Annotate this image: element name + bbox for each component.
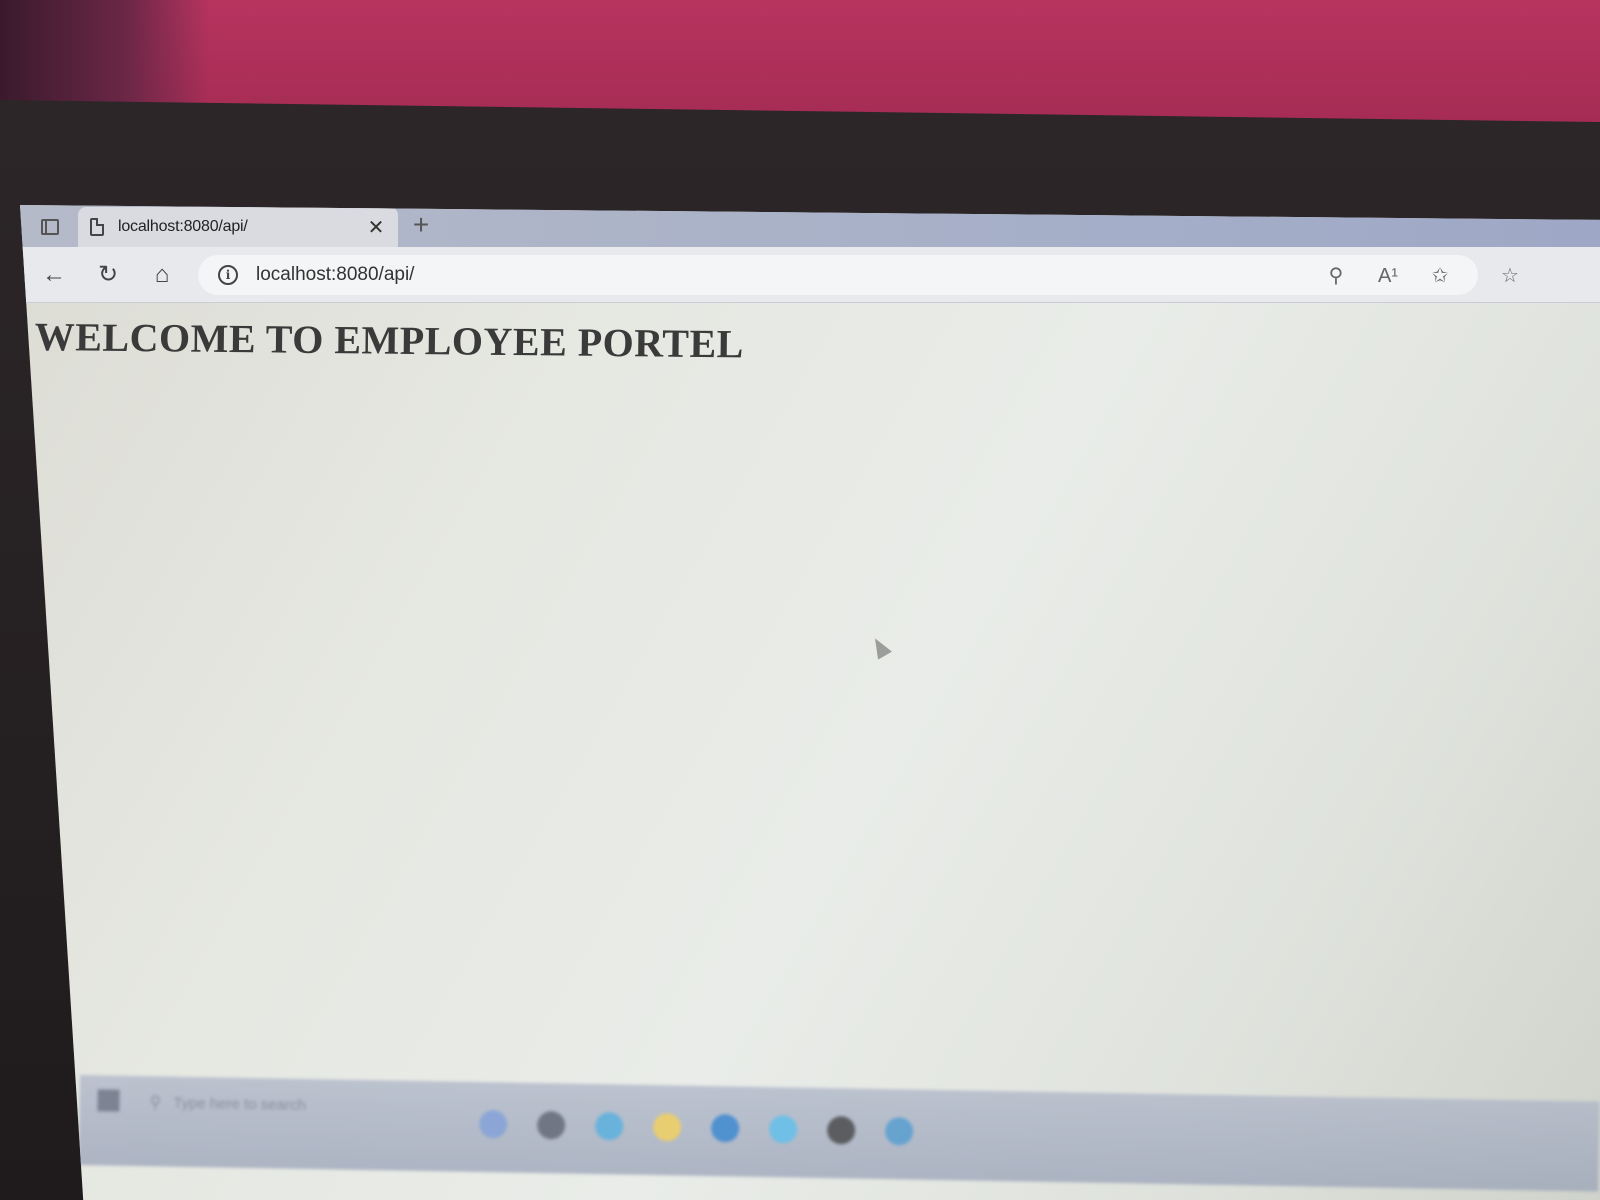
browser-tab[interactable]: localhost:8080/api/ ✕ — [78, 207, 398, 247]
tab-title: localhost:8080/api/ — [118, 218, 248, 235]
tab-actions-button[interactable] — [28, 211, 72, 243]
taskbar-search-placeholder: Type here to search — [173, 1094, 306, 1114]
search-icon: ⚲ — [149, 1094, 162, 1112]
refresh-button[interactable]: ↻ — [90, 259, 126, 291]
taskbar-app-icon[interactable] — [478, 1109, 508, 1139]
home-button[interactable]: ⌂ — [144, 259, 180, 291]
windows-start-icon[interactable] — [97, 1089, 120, 1112]
new-tab-button[interactable]: + — [406, 211, 436, 241]
taskbar-app-icon[interactable] — [594, 1112, 624, 1141]
page-icon — [90, 218, 104, 236]
favorites-button[interactable]: ✩ — [1424, 261, 1456, 291]
browser-toolbar: ← ↻ ⌂ i localhost:8080/api/ ⚲ A¹ ✩ ☆ — [20, 247, 1600, 303]
close-icon[interactable]: ✕ — [366, 215, 386, 240]
back-button[interactable]: ← — [36, 259, 72, 291]
taskbar-app-icon[interactable] — [884, 1117, 914, 1146]
taskbar: ⚲ Type here to search — [78, 1075, 1600, 1192]
collections-button[interactable]: ☆ — [1494, 261, 1526, 291]
taskbar-app-icon[interactable] — [536, 1110, 566, 1140]
taskbar-app-icon[interactable] — [710, 1114, 740, 1143]
laptop-screen: localhost:8080/api/ ✕ + ← ↻ ⌂ i localhos… — [20, 205, 1600, 1200]
address-url: localhost:8080/api/ — [256, 264, 415, 285]
taskbar-app-icon[interactable] — [652, 1113, 682, 1142]
wall-shadow — [0, 0, 210, 110]
read-aloud-button[interactable]: A¹ — [1372, 261, 1404, 291]
key-icon[interactable]: ⚲ — [1320, 261, 1352, 291]
tab-actions-icon — [41, 219, 59, 235]
taskbar-app-icon[interactable] — [826, 1116, 856, 1145]
taskbar-app-icon[interactable] — [768, 1115, 798, 1144]
info-icon[interactable]: i — [218, 265, 238, 285]
address-bar[interactable]: i localhost:8080/api/ — [198, 255, 1478, 295]
page-title: WELCOME TO EMPLOYEE PORTEL — [34, 313, 745, 367]
mouse-cursor-icon — [868, 634, 892, 660]
taskbar-search[interactable]: ⚲ Type here to search — [139, 1084, 440, 1125]
